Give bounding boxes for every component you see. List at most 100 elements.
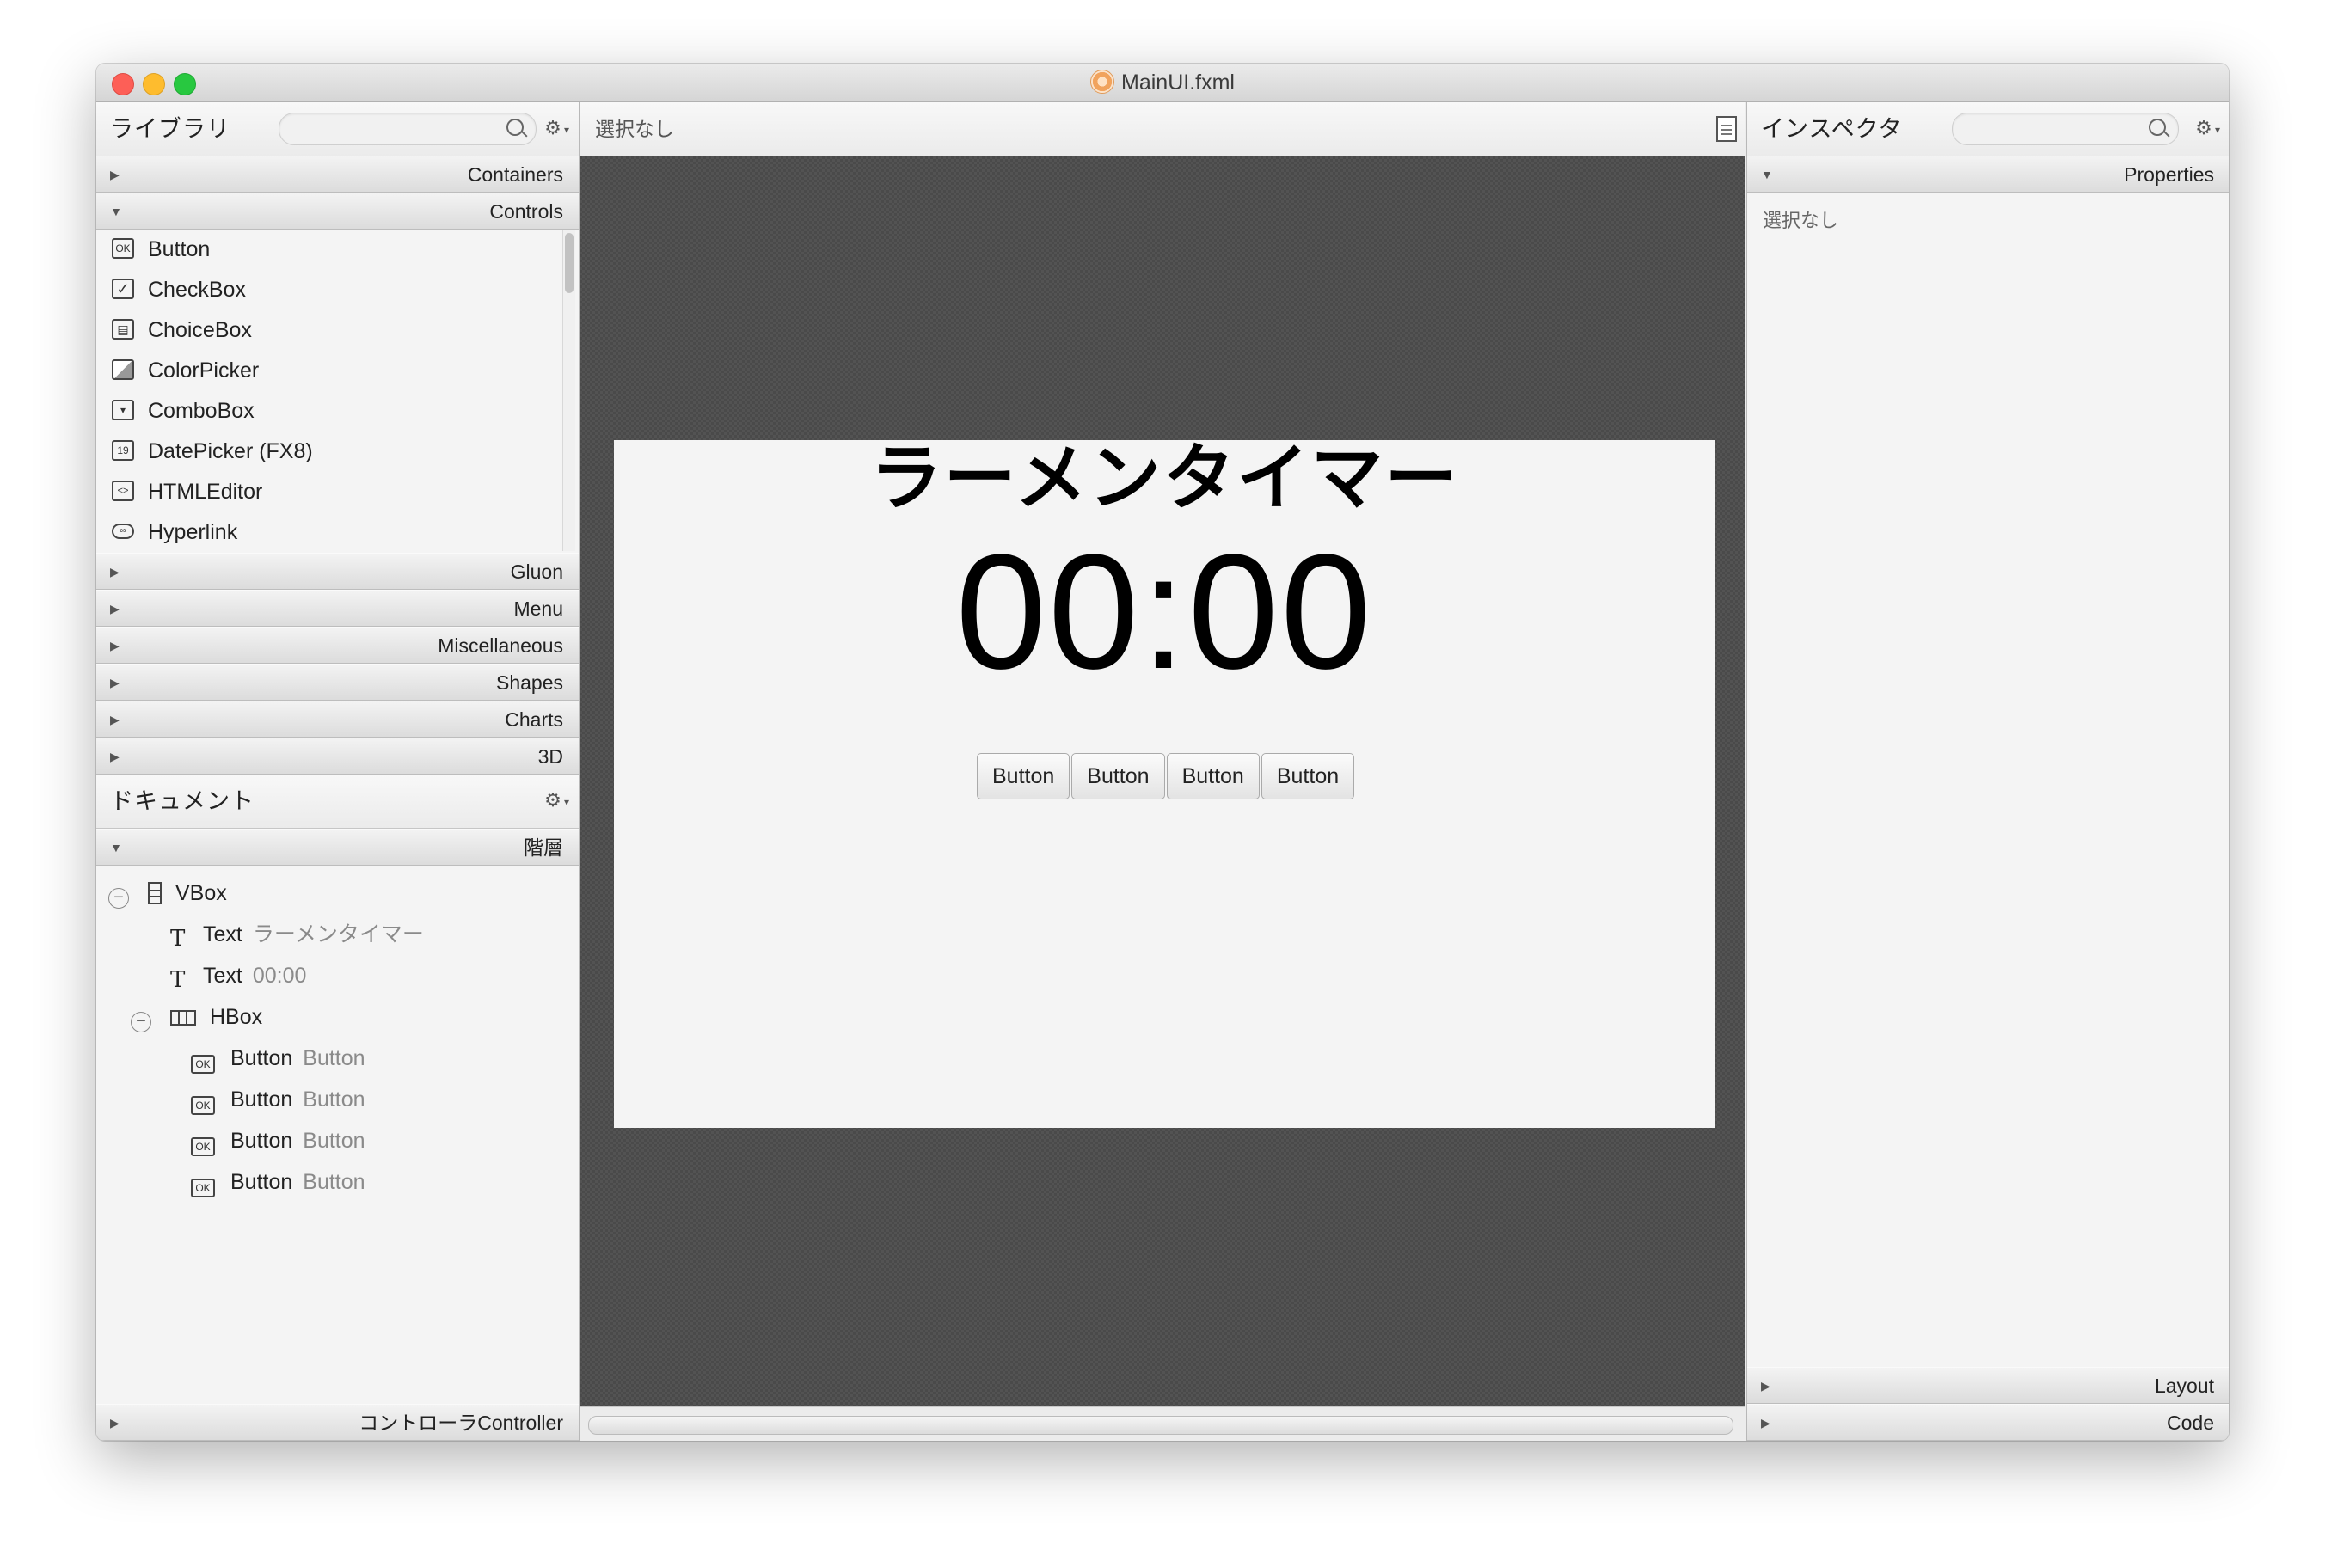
collapse-node-icon[interactable]: − (131, 1012, 151, 1032)
tree-node-button-1[interactable]: OK Button Button (191, 1038, 365, 1079)
preview-time-text[interactable]: 00:00 (614, 526, 1715, 698)
preview-button-4[interactable]: Button (1261, 753, 1355, 799)
tree-node-value: Button (303, 1129, 365, 1153)
tree-node-button-4[interactable]: OK Button Button (191, 1161, 365, 1203)
library-item-colorpicker[interactable]: ColorPicker (96, 351, 543, 390)
library-item-htmleditor[interactable]: <> HTMLEditor (96, 472, 543, 511)
text-t-icon: T (170, 926, 186, 952)
ok-button-icon: OK (191, 1179, 215, 1197)
expand-arrow-icon: ▶ (110, 565, 120, 579)
controls-list-scrollbar[interactable] (562, 230, 575, 551)
expand-arrow-icon: ▶ (110, 639, 120, 652)
layout-preview[interactable]: ラーメンタイマー 00:00 Button Button Button Butt… (614, 438, 1715, 1128)
tree-node-hbox[interactable]: − HBox (131, 996, 262, 1038)
choicebox-icon: ▤ (112, 319, 134, 340)
library-search-input[interactable] (279, 113, 537, 145)
collapse-arrow-icon: ▼ (110, 841, 122, 854)
preview-button-2[interactable]: Button (1071, 753, 1165, 799)
library-item-label: ChoiceBox (148, 318, 252, 342)
library-section-gluon[interactable]: ▶ Gluon (96, 553, 579, 590)
combobox-icon: ▾ (112, 400, 134, 420)
library-section-miscellaneous[interactable]: ▶ Miscellaneous (96, 627, 579, 664)
section-label: Charts (505, 708, 563, 731)
inspector-search-input[interactable] (1952, 113, 2179, 145)
library-item-checkbox[interactable]: ✓ CheckBox (96, 270, 543, 309)
library-item-label: ColorPicker (148, 358, 260, 383)
tree-node-type: Button (230, 1046, 293, 1070)
library-section-menu[interactable]: ▶ Menu (96, 590, 579, 627)
search-icon (506, 119, 524, 136)
section-label: Controls (489, 200, 563, 223)
horizontal-scrollbar[interactable] (588, 1416, 1733, 1435)
library-item-label: Button (148, 237, 211, 261)
hierarchy-section[interactable]: ▼ 階層 (96, 829, 579, 866)
design-canvas[interactable]: ラーメンタイマー 00:00 Button Button Button Butt… (580, 156, 1745, 1406)
section-label: 3D (537, 745, 563, 768)
scene-builder-window: MainUI.fxml ライブラリ ⚙ ▶ Containers ▼ Contr… (96, 64, 2229, 1441)
library-item-label: CheckBox (148, 278, 246, 302)
collapse-node-icon[interactable]: − (108, 888, 129, 909)
window-title: MainUI.fxml (96, 64, 2229, 101)
expand-arrow-icon: ▶ (110, 750, 120, 763)
tree-node-text-time[interactable]: T Text 00:00 (170, 955, 306, 996)
preview-button-row[interactable]: Button Button Button Button (977, 753, 1356, 799)
content-panel: 選択なし ラーメンタイマー 00:00 Button Button Button… (580, 102, 1745, 1441)
library-header: ライブラリ ⚙ (96, 102, 579, 156)
document-gear-menu-icon[interactable]: ⚙ (540, 790, 569, 813)
expand-arrow-icon: ▶ (1761, 1379, 1770, 1393)
library-item-choicebox[interactable]: ▤ ChoiceBox (96, 310, 543, 350)
section-label: Code (2167, 1412, 2214, 1434)
tree-node-button-3[interactable]: OK Button Button (191, 1120, 365, 1161)
tree-node-type: HBox (210, 1005, 263, 1029)
section-label: Containers (467, 163, 563, 186)
inspector-title: インスペクタ (1761, 116, 1903, 142)
tree-node-button-2[interactable]: OK Button Button (191, 1079, 365, 1120)
expand-arrow-icon: ▶ (110, 168, 120, 181)
title-bar: MainUI.fxml (96, 64, 2229, 102)
document-header: ドキュメント ⚙ (96, 775, 579, 829)
document-page-icon[interactable] (1716, 116, 1737, 142)
library-item-combobox[interactable]: ▾ ComboBox (96, 391, 543, 431)
preview-title-text[interactable]: ラーメンタイマー (614, 435, 1715, 521)
library-section-3d[interactable]: ▶ 3D (96, 738, 579, 775)
text-t-icon: T (170, 967, 186, 993)
tree-node-type: Text (203, 964, 242, 988)
library-section-shapes[interactable]: ▶ Shapes (96, 664, 579, 701)
expand-arrow-icon: ▶ (1761, 1416, 1770, 1430)
tree-node-vbox[interactable]: − VBox (108, 873, 227, 914)
library-item-label: DatePicker (FX8) (148, 439, 313, 463)
expand-arrow-icon: ▶ (110, 676, 120, 689)
tree-node-value: 00:00 (252, 964, 307, 988)
inspector-section-layout[interactable]: ▶ Layout (1747, 1367, 2229, 1404)
ok-button-icon: OK (112, 238, 134, 259)
tree-node-value: Button (303, 1046, 365, 1070)
tree-node-type: Button (230, 1129, 293, 1153)
controller-section[interactable]: ▶ コントローラController (96, 1404, 579, 1441)
datepicker-icon: 19 (112, 440, 134, 461)
library-item-button[interactable]: OK Button (96, 230, 543, 269)
preview-button-1[interactable]: Button (977, 753, 1070, 799)
library-gear-menu-icon[interactable]: ⚙ (540, 118, 569, 141)
scrollbar-thumb[interactable] (565, 233, 574, 293)
tree-node-type: Button (230, 1170, 293, 1194)
document-title: ドキュメント (110, 788, 255, 814)
library-section-controls[interactable]: ▼ Controls (96, 193, 579, 230)
inspector-panel: インスペクタ ⚙ ▼ Properties 選択なし ▶ Layout ▶ Co… (1746, 102, 2229, 1441)
library-section-containers[interactable]: ▶ Containers (96, 156, 579, 193)
inspector-section-code[interactable]: ▶ Code (1747, 1404, 2229, 1441)
inspector-section-properties[interactable]: ▼ Properties (1747, 156, 2229, 193)
expand-arrow-icon: ▶ (110, 1416, 120, 1430)
tree-node-value: Button (303, 1087, 365, 1112)
section-label: Properties (2124, 163, 2214, 186)
library-item-datepicker[interactable]: 19 DatePicker (FX8) (96, 432, 543, 471)
inspector-gear-menu-icon[interactable]: ⚙ (2191, 118, 2220, 141)
tree-node-value: ラーメンタイマー (252, 922, 424, 946)
section-label: Layout (2154, 1375, 2214, 1397)
ok-button-icon: OK (191, 1096, 215, 1115)
library-section-charts[interactable]: ▶ Charts (96, 701, 579, 738)
tree-node-text-title[interactable]: T Text ラーメンタイマー (170, 914, 424, 955)
library-item-hyperlink[interactable]: ∞ Hyperlink (96, 512, 543, 552)
search-icon (2149, 119, 2166, 136)
tree-node-value: Button (303, 1170, 365, 1194)
preview-button-3[interactable]: Button (1166, 753, 1260, 799)
